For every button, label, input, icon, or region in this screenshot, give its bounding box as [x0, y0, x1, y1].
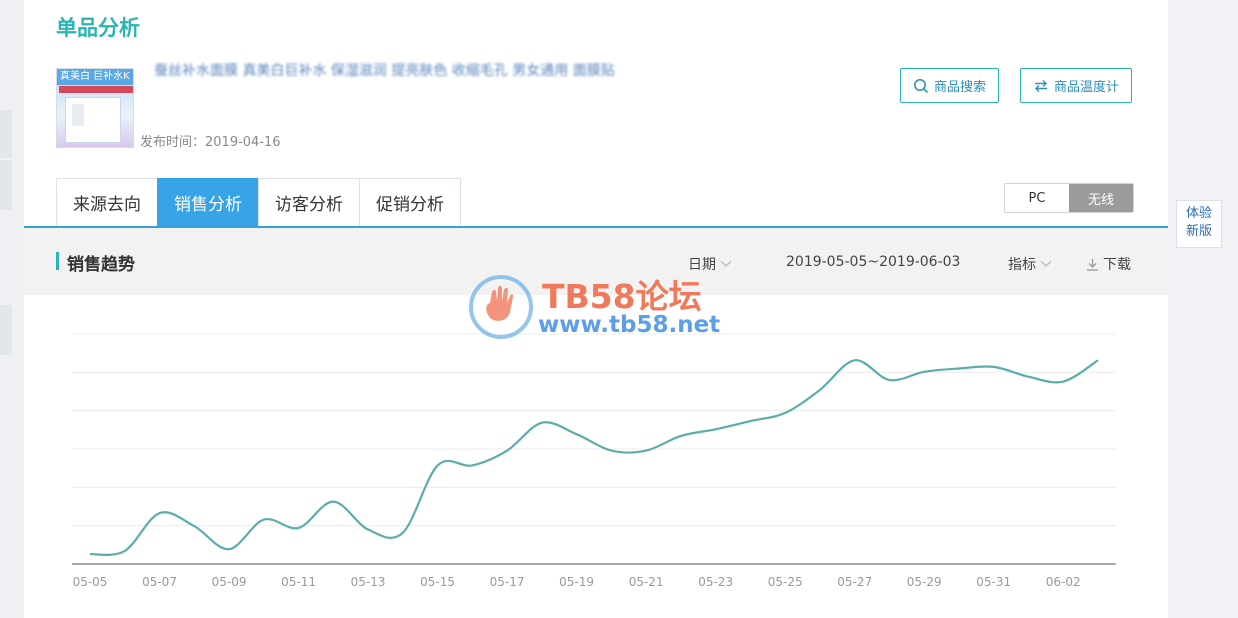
x-tick-label: 06-02 [1046, 575, 1081, 589]
try-new-version-line2: 新版 [1185, 224, 1212, 239]
x-tick-label: 05-31 [976, 575, 1011, 589]
device-toggle-pc[interactable]: PC [1005, 184, 1069, 212]
watermark-url: www.tb58.net [538, 312, 721, 338]
x-tick-label: 05-19 [559, 575, 594, 589]
x-tick-label: 05-23 [698, 575, 733, 589]
sidebar-edge-block [0, 305, 12, 355]
product-thermometer-button[interactable]: 商品温度计 [1020, 68, 1133, 103]
x-tick-label: 05-07 [142, 575, 177, 589]
device-toggle-mobile[interactable]: 无线 [1069, 184, 1133, 212]
section-title: 销售趋势 [67, 255, 135, 275]
tab-source[interactable]: 来源去向 [56, 178, 158, 226]
publish-info: 发布时间：2019-04-16 [140, 131, 281, 150]
chevron-down-icon [720, 261, 732, 267]
x-tick-label: 05-29 [907, 575, 942, 589]
hand-logo-icon [469, 275, 533, 339]
x-tick-label: 05-09 [212, 575, 247, 589]
thumbnail-band [59, 86, 133, 93]
date-range-value: 2019-05-05~2019-06-03 [786, 254, 961, 270]
product-thermometer-label: 商品温度计 [1054, 80, 1120, 95]
x-tick-label: 05-27 [837, 575, 872, 589]
tab-sales[interactable]: 销售分析 [157, 178, 259, 226]
publish-label: 发布时间： [140, 135, 206, 150]
try-new-version-button[interactable]: 体验 新版 [1176, 200, 1222, 248]
page-title: 单品分析 [56, 16, 140, 40]
x-tick-label: 05-11 [281, 575, 316, 589]
product-search-label: 商品搜索 [934, 80, 987, 95]
publish-date: 2019-04-16 [205, 135, 281, 150]
download-icon [1087, 258, 1098, 271]
sidebar-edge-block [0, 110, 12, 158]
swap-arrows-icon [1035, 79, 1047, 92]
x-tick-label: 05-25 [768, 575, 803, 589]
chevron-down-icon [1040, 261, 1052, 267]
product-search-button[interactable]: 商品搜索 [900, 68, 1000, 103]
watermark-brand: TB58论坛 [542, 277, 702, 316]
product-title-link[interactable]: 蚕丝补水面膜 真美白巨补水 保湿滋润 提亮肤色 收缩毛孔 男女通用 面膜贴 学生 [154, 60, 614, 82]
metric-dropdown-label: 指标 [1008, 257, 1036, 273]
sidebar-edge-block [0, 160, 12, 210]
section-accent-bar [56, 252, 59, 270]
x-tick-label: 05-05 [73, 575, 108, 589]
download-label: 下载 [1103, 257, 1131, 273]
left-sidebar-edge [0, 0, 24, 618]
x-tick-label: 05-13 [351, 575, 386, 589]
thumbnail-package [65, 97, 121, 143]
try-new-version-line1: 体验 [1185, 206, 1212, 221]
x-tick-label: 05-21 [629, 575, 664, 589]
date-range-display[interactable]: 2019-05-05~2019-06-03 [786, 254, 960, 270]
product-thumbnail[interactable]: 真美白 巨补水K [56, 68, 134, 148]
device-toggle: PC 无线 [1004, 183, 1134, 213]
thumbnail-label: 真美白 巨补水K [57, 69, 133, 85]
forum-watermark: TB58论坛 www.tb58.net [466, 268, 730, 348]
analysis-tabs: 来源去向 销售分析 访客分析 促销分析 [56, 178, 461, 226]
metric-dropdown[interactable]: 指标 [1008, 254, 1052, 274]
search-icon [914, 78, 929, 93]
tab-visitors[interactable]: 访客分析 [258, 178, 360, 226]
x-tick-label: 05-15 [420, 575, 455, 589]
download-button[interactable]: 下载 [1086, 254, 1131, 274]
x-tick-label: 05-17 [490, 575, 525, 589]
tab-promotion[interactable]: 促销分析 [359, 178, 461, 226]
